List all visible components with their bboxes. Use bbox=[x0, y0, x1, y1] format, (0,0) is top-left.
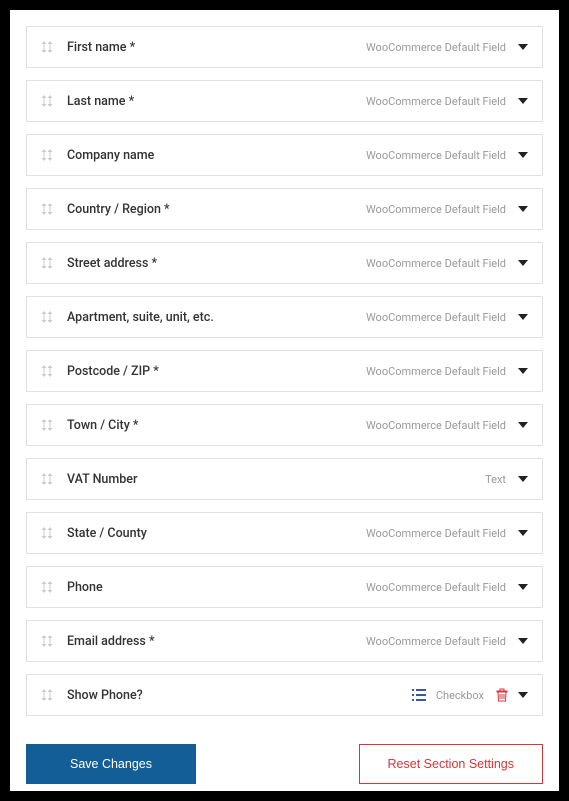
field-row[interactable]: Company nameWooCommerce Default Field bbox=[26, 134, 543, 176]
field-row[interactable]: Last name *WooCommerce Default Field bbox=[26, 80, 543, 122]
field-type-label: WooCommerce Default Field bbox=[366, 365, 506, 378]
field-label: Town / City * bbox=[67, 418, 366, 433]
reset-button[interactable]: Reset Section Settings bbox=[359, 744, 543, 784]
drag-handle-icon[interactable] bbox=[41, 148, 53, 162]
field-row[interactable]: Apartment, suite, unit, etc.WooCommerce … bbox=[26, 296, 543, 338]
field-type-label: WooCommerce Default Field bbox=[366, 635, 506, 648]
chevron-down-icon[interactable] bbox=[518, 314, 528, 320]
field-row[interactable]: Postcode / ZIP *WooCommerce Default Fiel… bbox=[26, 350, 543, 392]
field-type-label: WooCommerce Default Field bbox=[366, 581, 506, 594]
chevron-down-icon[interactable] bbox=[518, 368, 528, 374]
footer: Save Changes Reset Section Settings bbox=[26, 744, 543, 784]
drag-handle-icon[interactable] bbox=[41, 580, 53, 594]
list-icon[interactable] bbox=[412, 689, 426, 701]
field-type-label: Text bbox=[485, 473, 506, 486]
field-label: Last name * bbox=[67, 94, 366, 109]
field-row[interactable]: Email address *WooCommerce Default Field bbox=[26, 620, 543, 662]
chevron-down-icon[interactable] bbox=[518, 206, 528, 212]
field-row[interactable]: First name *WooCommerce Default Field bbox=[26, 26, 543, 68]
drag-handle-icon[interactable] bbox=[41, 202, 53, 216]
field-label: State / County bbox=[67, 526, 366, 541]
drag-handle-icon[interactable] bbox=[41, 310, 53, 324]
field-type-label: WooCommerce Default Field bbox=[366, 95, 506, 108]
field-type-label: Checkbox bbox=[436, 689, 484, 702]
trash-icon[interactable] bbox=[496, 688, 508, 702]
field-type-label: WooCommerce Default Field bbox=[366, 419, 506, 432]
field-row[interactable]: State / CountyWooCommerce Default Field bbox=[26, 512, 543, 554]
chevron-down-icon[interactable] bbox=[518, 260, 528, 266]
chevron-down-icon[interactable] bbox=[518, 638, 528, 644]
field-row[interactable]: VAT NumberText bbox=[26, 458, 543, 500]
field-type-label: WooCommerce Default Field bbox=[366, 311, 506, 324]
drag-handle-icon[interactable] bbox=[41, 40, 53, 54]
field-label: Country / Region * bbox=[67, 202, 366, 217]
field-label: Apartment, suite, unit, etc. bbox=[67, 310, 366, 325]
drag-handle-icon[interactable] bbox=[41, 418, 53, 432]
field-label: VAT Number bbox=[67, 472, 485, 487]
drag-handle-icon[interactable] bbox=[41, 688, 53, 702]
chevron-down-icon[interactable] bbox=[518, 422, 528, 428]
field-label: Email address * bbox=[67, 634, 366, 649]
field-label: Company name bbox=[67, 148, 366, 163]
field-row[interactable]: Street address *WooCommerce Default Fiel… bbox=[26, 242, 543, 284]
chevron-down-icon[interactable] bbox=[518, 98, 528, 104]
save-button[interactable]: Save Changes bbox=[26, 744, 196, 784]
field-label: Postcode / ZIP * bbox=[67, 364, 366, 379]
drag-handle-icon[interactable] bbox=[41, 526, 53, 540]
field-row[interactable]: Town / City *WooCommerce Default Field bbox=[26, 404, 543, 446]
chevron-down-icon[interactable] bbox=[518, 530, 528, 536]
field-row[interactable]: PhoneWooCommerce Default Field bbox=[26, 566, 543, 608]
field-type-label: WooCommerce Default Field bbox=[366, 149, 506, 162]
app-frame: First name *WooCommerce Default FieldLas… bbox=[0, 0, 569, 801]
drag-handle-icon[interactable] bbox=[41, 364, 53, 378]
drag-handle-icon[interactable] bbox=[41, 94, 53, 108]
field-type-label: WooCommerce Default Field bbox=[366, 527, 506, 540]
chevron-down-icon[interactable] bbox=[518, 584, 528, 590]
field-label: Street address * bbox=[67, 256, 366, 271]
field-type-label: WooCommerce Default Field bbox=[366, 41, 506, 54]
chevron-down-icon[interactable] bbox=[518, 692, 528, 698]
chevron-down-icon[interactable] bbox=[518, 476, 528, 482]
drag-handle-icon[interactable] bbox=[41, 634, 53, 648]
chevron-down-icon[interactable] bbox=[518, 152, 528, 158]
chevron-down-icon[interactable] bbox=[518, 44, 528, 50]
field-type-label: WooCommerce Default Field bbox=[366, 257, 506, 270]
field-label: Phone bbox=[67, 580, 366, 595]
field-row[interactable]: Country / Region *WooCommerce Default Fi… bbox=[26, 188, 543, 230]
field-type-label: WooCommerce Default Field bbox=[366, 203, 506, 216]
field-label: First name * bbox=[67, 40, 366, 55]
drag-handle-icon[interactable] bbox=[41, 472, 53, 486]
field-row[interactable]: Show Phone? Checkbox bbox=[26, 674, 543, 716]
field-label: Show Phone? bbox=[67, 688, 412, 703]
drag-handle-icon[interactable] bbox=[41, 256, 53, 270]
field-list: First name *WooCommerce Default FieldLas… bbox=[26, 26, 543, 716]
